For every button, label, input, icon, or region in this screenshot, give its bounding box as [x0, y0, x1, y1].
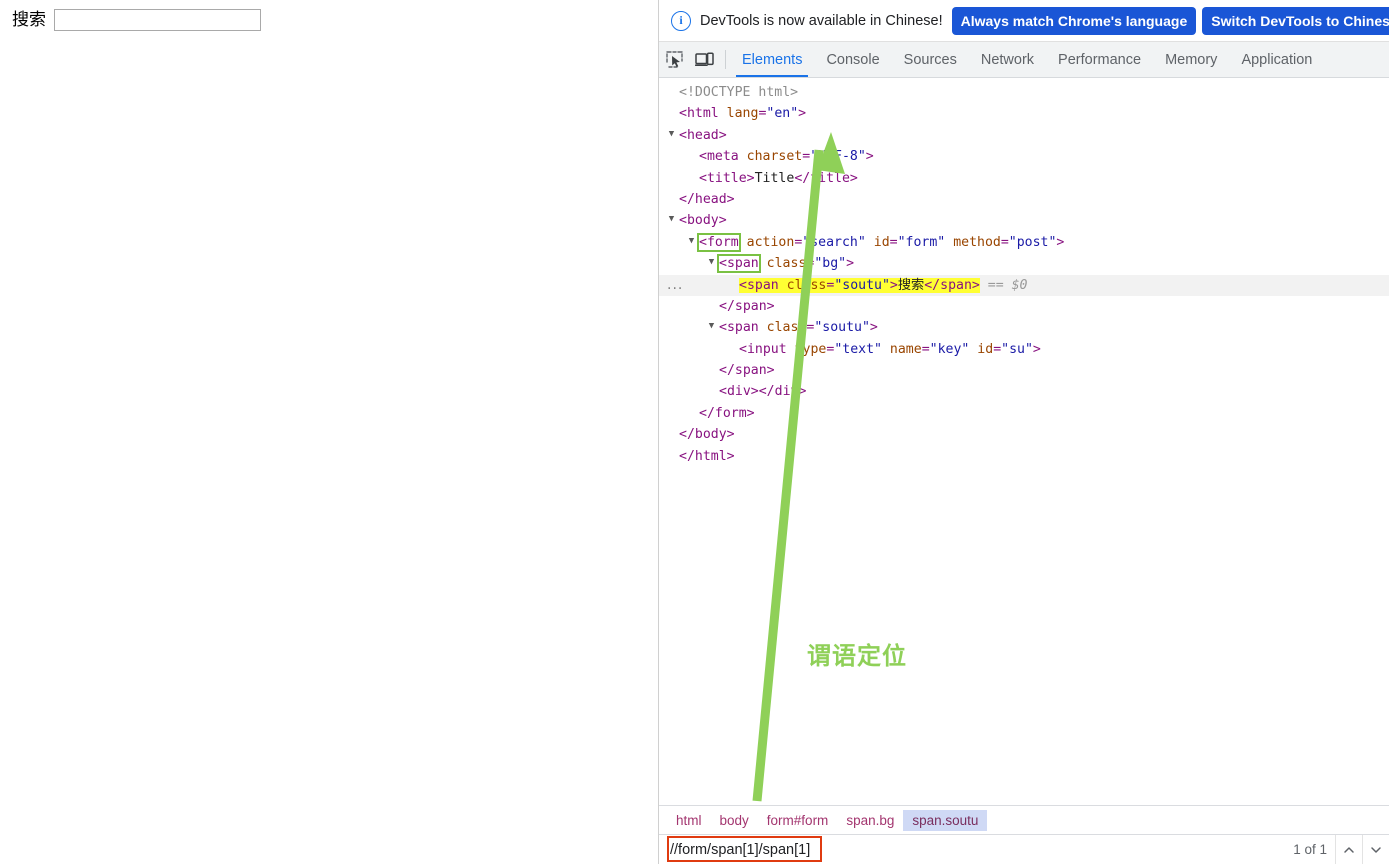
disclosure-triangle-icon[interactable]: ▼ — [686, 236, 697, 247]
tab-elements[interactable]: Elements — [730, 42, 814, 77]
disclosure-triangle-icon[interactable]: ▼ — [666, 214, 677, 225]
dom-tree[interactable]: <!DOCTYPE html> <html lang="en"> ▼ <head> <m… — [659, 78, 1389, 805]
tab-performance[interactable]: Performance — [1046, 42, 1153, 77]
dom-node-row[interactable]: <meta charset="UTF-8"> — [659, 146, 1389, 167]
breadcrumb-item-html[interactable]: html — [667, 810, 711, 831]
dom-node-row[interactable]: </span> — [659, 296, 1389, 317]
dom-search-input-wrap — [659, 834, 1294, 864]
dom-node-content: </body> — [679, 427, 735, 443]
chevron-down-icon[interactable] — [1362, 835, 1389, 864]
toolbar-divider — [725, 50, 726, 69]
dom-node-content: <head> — [679, 127, 727, 143]
dom-node-row[interactable]: <title>Title</title> — [659, 168, 1389, 189]
tab-memory[interactable]: Memory — [1153, 42, 1229, 77]
dom-node-row[interactable]: ▼ <span class="soutu"> — [659, 317, 1389, 338]
console-ref-badge: == $0 — [987, 277, 1028, 293]
dom-node-row[interactable]: </html> — [659, 446, 1389, 467]
dom-node-content: <!DOCTYPE html> — [679, 85, 799, 100]
dom-node-content: <body> — [679, 213, 727, 229]
disclosure-triangle-icon[interactable]: ▼ — [666, 129, 677, 140]
tab-network[interactable]: Network — [969, 42, 1046, 77]
dom-node-row[interactable]: <html lang="en"> — [659, 103, 1389, 124]
devtools-panel: i DevTools is now available in Chinese! … — [658, 0, 1389, 864]
found-match-highlight: <span class="soutu">搜索</span> — [739, 277, 980, 293]
dom-node-content: <meta charset="UTF-8"> — [699, 149, 874, 165]
dom-node-row[interactable]: ▼ <span class="bg"> — [659, 253, 1389, 274]
dom-search-input[interactable] — [659, 834, 1294, 864]
breadcrumb: html body form#form span.bg span.soutu — [659, 805, 1389, 834]
info-icon: i — [671, 10, 691, 31]
device-toolbar-icon[interactable] — [689, 42, 719, 77]
tab-console[interactable]: Console — [814, 42, 891, 77]
dom-search-bar: 1 of 1 — [659, 834, 1389, 864]
dom-node-row[interactable]: </span> — [659, 360, 1389, 381]
infobar-message: DevTools is now available in Chinese! — [700, 12, 943, 29]
dom-node-row[interactable]: ▼ <body> — [659, 210, 1389, 231]
breadcrumb-item-span-bg[interactable]: span.bg — [837, 810, 903, 831]
dom-node-content: <span class="soutu">搜索</span> == $0 — [739, 275, 1028, 296]
dom-node-row[interactable]: </body> — [659, 424, 1389, 445]
dom-node-content: </span> — [719, 298, 775, 314]
tab-application[interactable]: Application — [1229, 42, 1324, 77]
dom-tree-nodes: <!DOCTYPE html> <html lang="en"> ▼ <head> <m… — [659, 82, 1389, 467]
tab-sources[interactable]: Sources — [892, 42, 969, 77]
annotation-highlight-box: <form — [697, 232, 741, 252]
breadcrumb-item-form[interactable]: form#form — [758, 810, 838, 831]
dom-node-content: <html lang="en"> — [679, 106, 807, 122]
devtools-language-infobar: i DevTools is now available in Chinese! … — [659, 0, 1389, 42]
chevron-up-icon[interactable] — [1335, 835, 1362, 864]
annotation-highlight-box: <span — [717, 254, 761, 274]
disclosure-triangle-icon[interactable]: ▼ — [706, 321, 717, 332]
dom-node-content: </span> — [719, 363, 775, 379]
inspected-page: 搜索 — [0, 0, 658, 864]
dom-node-row[interactable]: ▼ <form action="search" id="form" method=… — [659, 232, 1389, 253]
breadcrumb-item-span-soutu[interactable]: span.soutu — [903, 809, 988, 831]
dom-node-content: </html> — [679, 448, 735, 464]
screenshot-root: 搜索 i DevTools is now available in Chines… — [0, 0, 1389, 864]
dom-node-content: <span class="soutu"> — [719, 320, 878, 336]
switch-devtools-to-chinese-button[interactable]: Switch DevTools to Chinese — [1202, 6, 1389, 35]
search-label: 搜索 — [12, 9, 46, 30]
node-overflow-dots[interactable]: ... — [667, 278, 683, 292]
dom-node-content: <input type="text" name="key" id="su"> — [739, 341, 1041, 357]
disclosure-triangle-icon[interactable]: ▼ — [706, 257, 717, 268]
dom-node-content: <div></div> — [719, 384, 807, 400]
devtools-tabbar: Elements Console Sources Network Perform… — [659, 42, 1389, 78]
annotation-label: 谓语定位 — [807, 642, 907, 670]
search-match-count: 1 of 1 — [1293, 842, 1327, 857]
inspect-element-icon[interactable] — [659, 42, 689, 77]
dom-node-content: <span class="bg"> — [717, 254, 855, 274]
always-match-language-button[interactable]: Always match Chrome's language — [951, 6, 1197, 35]
dom-node-row[interactable]: </form> — [659, 403, 1389, 424]
dom-node-row[interactable]: ▼ <head> — [659, 125, 1389, 146]
dom-node-content: </form> — [699, 405, 755, 421]
dom-node-content: <title>Title</title> — [699, 170, 858, 186]
dom-node-row[interactable]: ... <span class="soutu">搜索</span> == $0 — [659, 274, 1389, 296]
dom-node-row[interactable]: </head> — [659, 189, 1389, 210]
dom-node-content: <form action="search" id="form" method="… — [697, 232, 1065, 252]
search-input[interactable] — [54, 9, 261, 31]
dom-node-content: </head> — [679, 191, 735, 207]
search-form: 搜索 — [12, 9, 261, 31]
dom-node-row[interactable]: <!DOCTYPE html> — [659, 82, 1389, 103]
breadcrumb-item-body[interactable]: body — [711, 810, 758, 831]
dom-node-row[interactable]: <input type="text" name="key" id="su"> — [659, 339, 1389, 360]
dom-node-row[interactable]: <div></div> — [659, 381, 1389, 402]
